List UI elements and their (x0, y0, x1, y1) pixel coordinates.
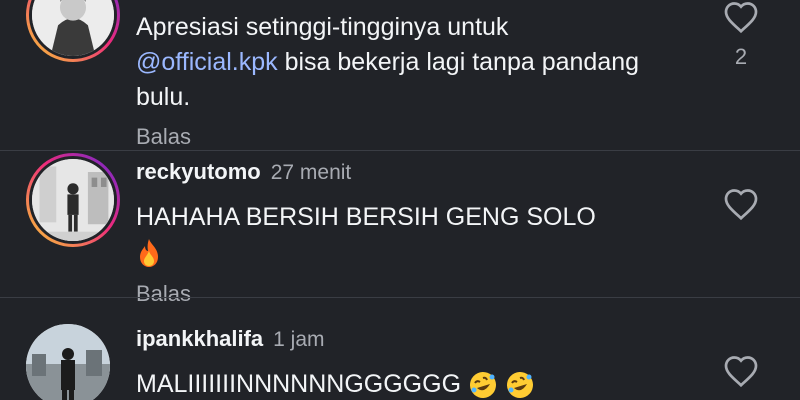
comment-username[interactable]: reckyutomo 27 menit (136, 159, 351, 185)
avatar[interactable] (26, 153, 120, 247)
comment-time: 1 jam (273, 328, 325, 351)
mention-link[interactable]: @official.kpk (136, 48, 278, 76)
comment-text: HAHAHA BERSIH BERSIH GENG SOLO (136, 200, 696, 270)
comment-item: Apresiasi setinggi-tingginya untuk @offi… (0, 0, 800, 150)
comment-text: Apresiasi setinggi-tingginya untuk @offi… (136, 13, 640, 111)
rolling-laughing-emoji-icon (469, 372, 496, 399)
heart-icon[interactable] (723, 354, 759, 388)
heart-icon[interactable] (723, 187, 759, 221)
profile-photo-icon (32, 159, 114, 241)
avatar[interactable] (26, 0, 120, 62)
profile-photo-icon (32, 0, 114, 56)
heart-icon[interactable] (723, 0, 759, 34)
profile-photo-icon (26, 324, 110, 400)
comment-item: ipankkhalifa 1 jam MALIIIIIIINNNNNNGGGGGG (0, 298, 800, 400)
reply-button[interactable]: Balas (136, 124, 191, 150)
fire-emoji-icon (140, 239, 158, 268)
avatar[interactable] (26, 324, 110, 400)
comment-username[interactable]: ipankkhalifa 1 jam (136, 326, 325, 352)
comment-text: MALIIIIIIINNNNNNGGGGGG (136, 367, 696, 400)
rolling-laughing-emoji-icon (506, 372, 533, 399)
comment-time: 27 menit (270, 161, 352, 184)
comment-item: reckyutomo 27 menit HAHAHA BERSIH BERSIH … (0, 151, 800, 306)
like-count: 2 (734, 44, 748, 69)
